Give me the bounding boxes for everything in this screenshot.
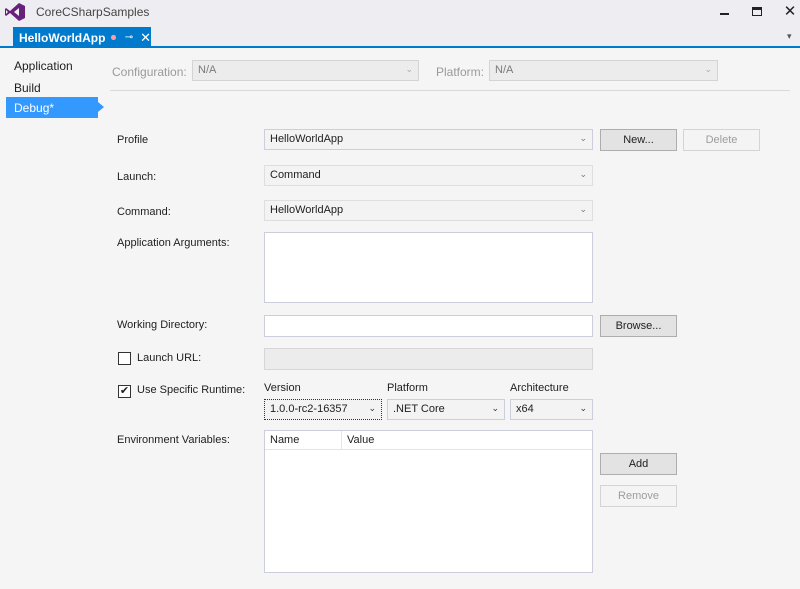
title-bar: CoreCSharpSamples ✕: [0, 0, 800, 25]
environment-variables-grid[interactable]: Name Value: [264, 430, 593, 573]
close-window-button[interactable]: ✕: [776, 1, 800, 21]
configuration-label: Configuration:: [112, 65, 187, 79]
project-properties-sidebar: Application Build Debug*: [0, 48, 104, 589]
unsaved-dot-icon: [111, 35, 116, 40]
chevron-down-icon: ⌄: [579, 403, 587, 413]
working-directory-input[interactable]: [264, 315, 593, 337]
add-button-label: Add: [628, 458, 649, 470]
delete-button-label: Delete: [705, 134, 738, 146]
version-label: Version: [264, 382, 301, 394]
launch-value: Command: [270, 169, 321, 181]
sidebar-item-application[interactable]: Application: [6, 55, 98, 76]
runtime-platform-value: .NET Core: [393, 403, 445, 415]
remove-button-label: Remove: [618, 490, 659, 502]
use-specific-runtime-label: Use Specific Runtime:: [137, 384, 246, 396]
document-tab-strip: HelloWorldApp ⊸ ✕ ▾: [0, 25, 800, 48]
platform-label: Platform:: [436, 65, 485, 79]
close-tab-icon[interactable]: ✕: [140, 30, 151, 46]
profile-label: Profile: [117, 134, 149, 146]
divider: [110, 90, 790, 91]
profile-value: HelloWorldApp: [270, 133, 344, 145]
column-header-name[interactable]: Name: [265, 431, 342, 449]
environment-variables-label: Environment Variables:: [117, 434, 230, 446]
maximize-icon: [752, 6, 762, 16]
version-dropdown[interactable]: 1.0.0-rc2-16357 ⌄: [264, 399, 382, 420]
tab-label: HelloWorldApp: [19, 30, 106, 45]
application-arguments-textarea[interactable]: [264, 232, 593, 303]
architecture-value: x64: [516, 403, 534, 415]
grid-header: Name Value: [265, 431, 592, 450]
architecture-label: Architecture: [510, 382, 569, 394]
chevron-down-icon: ⌄: [405, 64, 413, 74]
browse-button-label: Browse...: [615, 320, 662, 332]
chevron-down-icon: ⌄: [579, 133, 587, 143]
checkmark-icon: ✔: [119, 385, 130, 397]
new-button-label: New...: [623, 134, 654, 146]
chevron-down-icon: ⌄: [579, 204, 587, 214]
chevron-down-icon: ⌄: [704, 64, 712, 74]
sidebar-item-build[interactable]: Build: [6, 77, 98, 98]
launch-url-checkbox[interactable]: [118, 352, 131, 365]
chevron-down-icon: ⌄: [579, 169, 587, 179]
minimize-button[interactable]: [710, 1, 738, 21]
command-value: HelloWorldApp: [270, 204, 344, 216]
tab-helloworldapp[interactable]: HelloWorldApp ⊸ ✕: [13, 27, 151, 48]
launch-url-input[interactable]: [264, 348, 593, 370]
platform-dropdown[interactable]: N/A ⌄: [489, 60, 718, 81]
profile-dropdown[interactable]: HelloWorldApp ⌄: [264, 129, 593, 150]
pin-icon[interactable]: ⊸: [125, 32, 133, 43]
visual-studio-logo-icon: [5, 3, 25, 21]
delete-profile-button[interactable]: Delete: [683, 129, 760, 151]
sidebar-item-debug[interactable]: Debug*: [6, 97, 104, 118]
maximize-button[interactable]: [743, 1, 771, 21]
configuration-dropdown[interactable]: N/A ⌄: [192, 60, 419, 81]
chevron-down-icon: ⌄: [491, 403, 499, 413]
browse-button[interactable]: Browse...: [600, 315, 677, 337]
runtime-platform-label: Platform: [387, 382, 428, 394]
launch-dropdown[interactable]: Command ⌄: [264, 165, 593, 186]
command-dropdown[interactable]: HelloWorldApp ⌄: [264, 200, 593, 221]
working-directory-label: Working Directory:: [117, 319, 208, 331]
use-specific-runtime-checkbox[interactable]: ✔: [118, 385, 131, 398]
launch-url-label: Launch URL:: [137, 352, 202, 364]
command-label: Command:: [117, 206, 171, 218]
app-title: CoreCSharpSamples: [36, 5, 150, 19]
tab-overflow-icon[interactable]: ▾: [787, 31, 792, 42]
platform-value: N/A: [495, 64, 514, 76]
chevron-down-icon: ⌄: [368, 403, 376, 413]
launch-label: Launch:: [117, 171, 157, 183]
column-header-value[interactable]: Value: [342, 431, 379, 449]
runtime-platform-dropdown[interactable]: .NET Core ⌄: [387, 399, 505, 420]
version-value: 1.0.0-rc2-16357: [270, 403, 348, 415]
remove-env-var-button[interactable]: Remove: [600, 485, 677, 507]
minimize-icon: [719, 13, 729, 15]
architecture-dropdown[interactable]: x64 ⌄: [510, 399, 593, 420]
configuration-value: N/A: [198, 64, 217, 76]
new-profile-button[interactable]: New...: [600, 129, 677, 151]
application-arguments-label: Application Arguments:: [117, 237, 230, 249]
add-env-var-button[interactable]: Add: [600, 453, 677, 475]
